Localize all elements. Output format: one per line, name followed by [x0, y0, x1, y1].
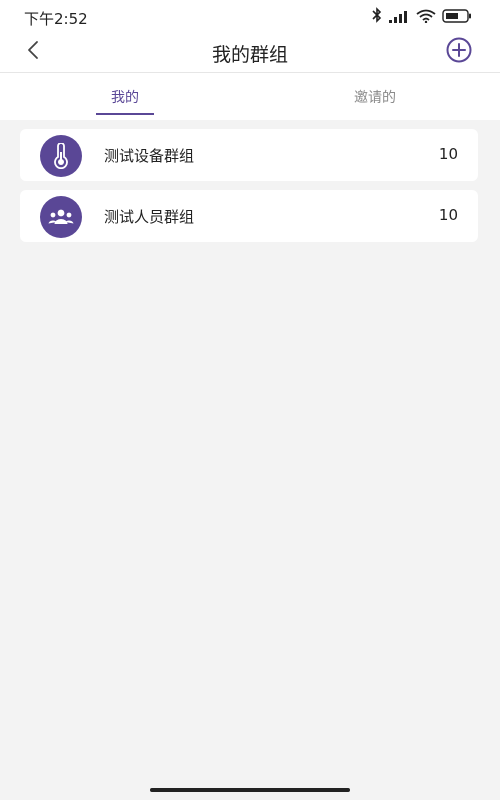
group-count: 10 — [438, 206, 458, 224]
tab-mine-label: 我的 — [111, 89, 139, 106]
bluetooth-icon — [372, 7, 382, 27]
status-time: 下午2:52 — [24, 10, 88, 28]
page-title: 我的群组 — [211, 44, 288, 66]
plus-circle-icon — [446, 37, 472, 63]
add-group-button[interactable] — [446, 37, 472, 63]
group-name: 测试设备群组 — [104, 147, 195, 165]
tab-invited-label: 邀请的 — [354, 89, 396, 106]
header: 下午2:52 我的群组 我的 邀请的 — [0, 0, 500, 120]
tab-invited[interactable]: 邀请的 — [310, 73, 440, 120]
status-bar: 下午2:52 — [0, 0, 500, 34]
group-item-device[interactable]: 测试设备群组 10 — [20, 129, 478, 181]
wifi-icon — [416, 8, 436, 27]
group-item-people[interactable]: 测试人员群组 10 — [20, 190, 478, 242]
group-list: 测试设备群组 10 测试人员群组 10 — [20, 129, 478, 251]
thermometer-icon — [40, 135, 82, 177]
navigation-bar: 我的群组 — [0, 32, 500, 73]
tab-mine[interactable]: 我的 — [60, 73, 190, 120]
tab-bar: 我的 邀请的 — [0, 73, 500, 120]
status-icons — [372, 7, 472, 27]
group-name: 测试人员群组 — [104, 208, 195, 226]
home-indicator[interactable] — [150, 788, 350, 792]
signal-icon — [388, 8, 410, 27]
battery-icon — [442, 8, 472, 27]
group-count: 10 — [438, 145, 458, 163]
active-tab-indicator — [96, 113, 154, 115]
people-icon — [40, 196, 82, 238]
